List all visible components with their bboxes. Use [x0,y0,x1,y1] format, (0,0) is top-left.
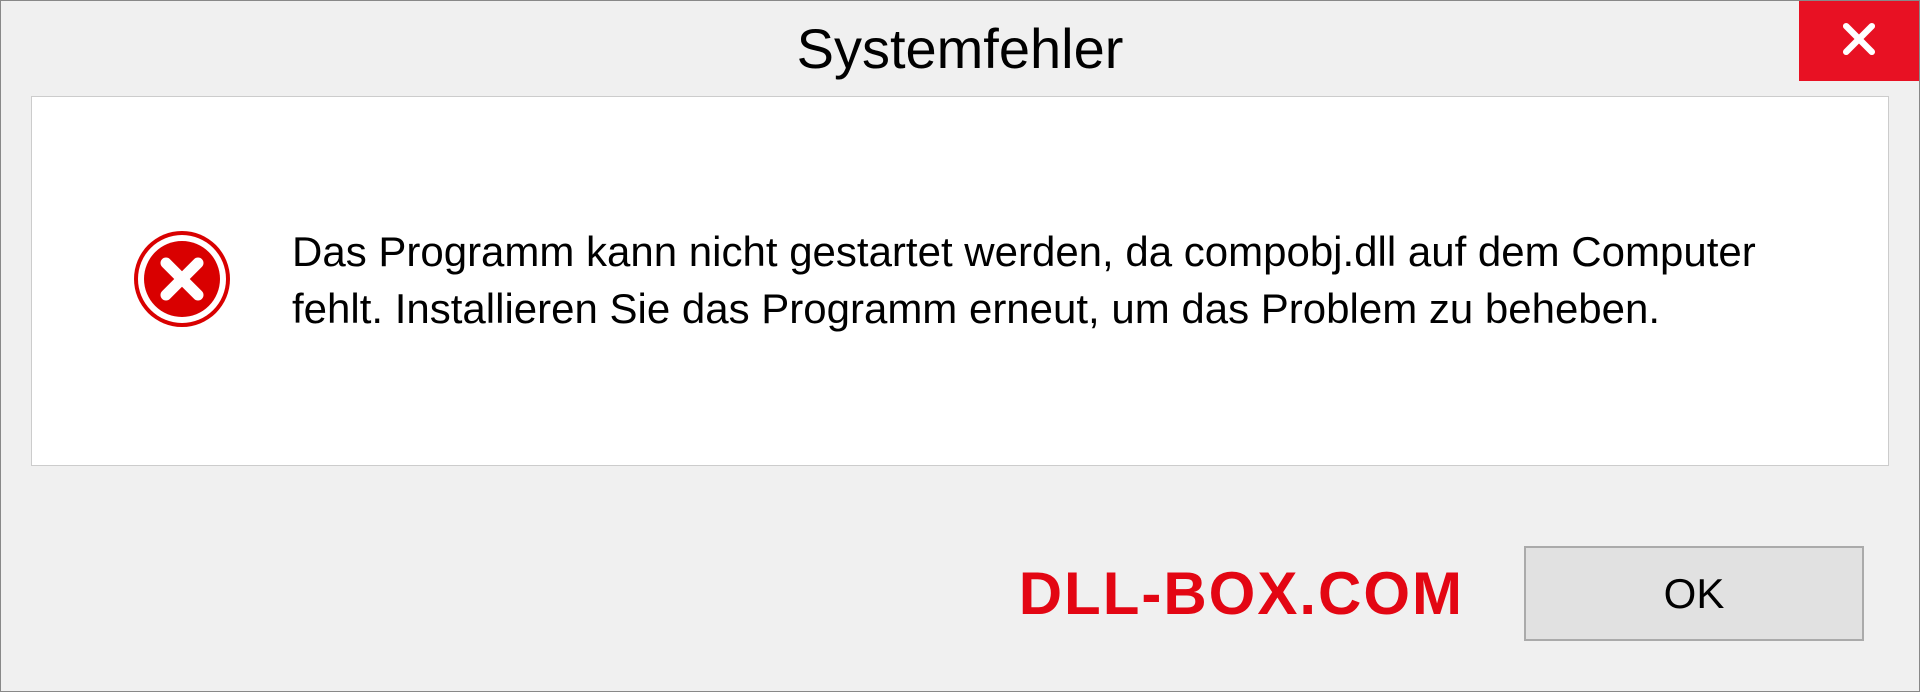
close-button[interactable] [1799,1,1919,81]
dialog-title: Systemfehler [797,16,1124,81]
watermark-text: DLL-BOX.COM [1019,559,1464,628]
ok-button[interactable]: OK [1524,546,1864,641]
dialog-footer: DLL-BOX.COM OK [1,496,1919,691]
content-panel: Das Programm kann nicht gestartet werden… [31,96,1889,466]
error-dialog: Systemfehler Das Programm kann nicht ges… [0,0,1920,692]
close-icon [1837,17,1881,66]
titlebar: Systemfehler [1,1,1919,96]
error-message: Das Programm kann nicht gestartet werden… [292,224,1828,337]
error-icon [132,229,232,334]
